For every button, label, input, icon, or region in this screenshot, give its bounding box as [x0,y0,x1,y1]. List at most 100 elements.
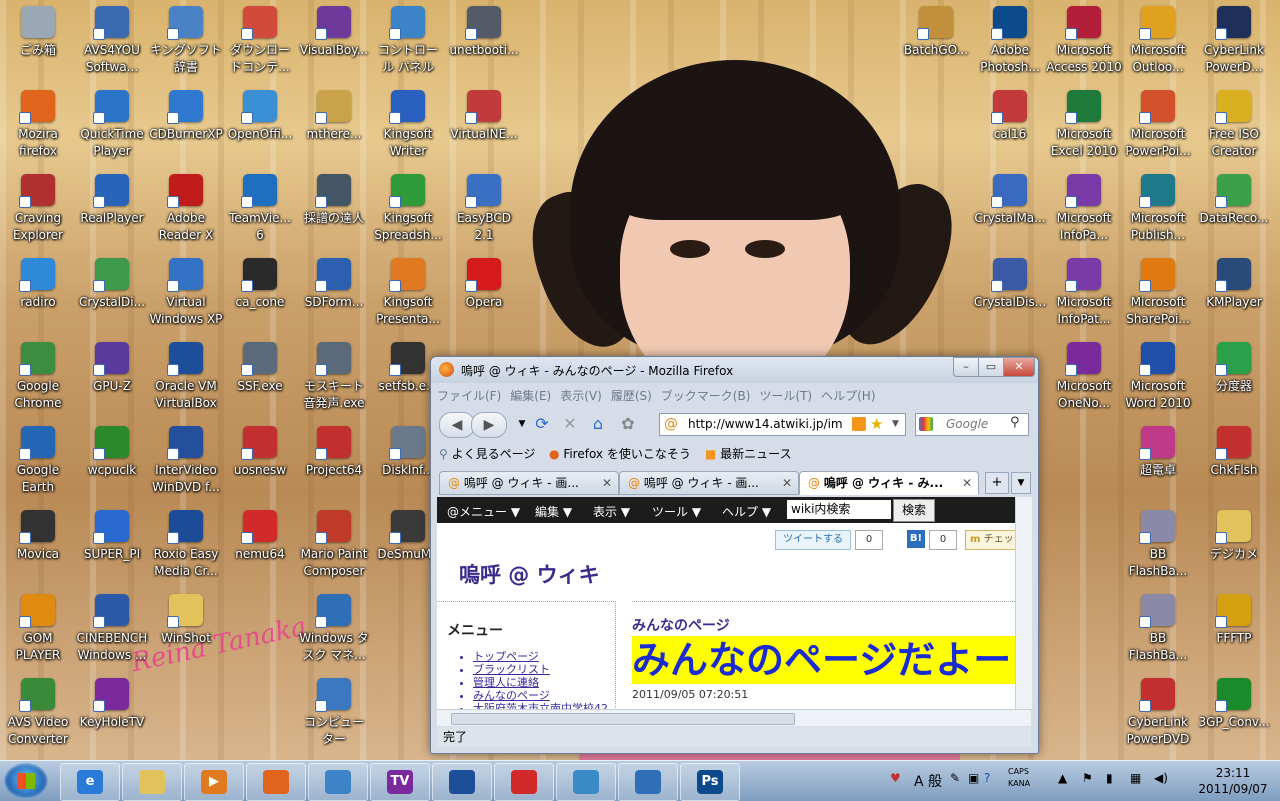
desktop-icon[interactable]: Microsoft InfoPat... [1046,256,1122,340]
menu-item[interactable]: 履歴(S) [611,387,652,404]
desktop-icon[interactable]: BB FlashBa... [1120,508,1196,592]
desktop-icon[interactable]: mthere... [296,88,372,172]
addon-icon[interactable]: ✿ [617,413,639,435]
menu-link[interactable]: 管理人に連絡 [473,676,608,689]
desktop-icon[interactable]: cal16 [972,88,1048,172]
desktop-icon[interactable]: CrystalMa... [972,172,1048,256]
desktop-icon[interactable]: VisualBoy... [296,4,372,88]
tab-2[interactable]: @ 嗚呼 @ ウィキ - 画... ✕ [619,471,799,495]
desktop-icon[interactable]: TeamVie... 6 [222,172,298,256]
taskbar-photos-button[interactable] [556,763,616,801]
desktop-icon[interactable]: ChkFlsh [1196,424,1272,508]
desktop-icon[interactable]: 超電卓 [1120,424,1196,508]
wiki-menu-item[interactable]: ツール ▼ [652,503,701,520]
taskbar-mario-button[interactable] [494,763,554,801]
desktop-icon[interactable]: unetbooti... [446,4,522,88]
desktop-icon[interactable]: Microsoft Excel 2010 [1046,88,1122,172]
taskbar-explorer-button[interactable] [122,763,182,801]
wiki-menu-item[interactable]: 編集 ▼ [535,503,572,520]
desktop-icon[interactable]: キングソフト 辞書 [148,4,224,88]
url-bar[interactable]: @ http://www14.atwiki.jp/im ★ ▼ [659,413,906,436]
tab-close-icon[interactable]: ✕ [962,472,972,494]
desktop-icon[interactable]: SDForm... [296,256,372,340]
desktop-icon[interactable]: OpenOffi... [222,88,298,172]
desktop-icon[interactable]: Google Earth [0,424,76,508]
reload-icon[interactable]: ⟳ [531,413,553,435]
menu-link[interactable]: ブラックリスト [473,663,608,676]
menu-item[interactable]: 表示(V) [560,387,602,404]
scroll-thumb[interactable] [451,713,795,725]
mixi-check-button[interactable]: m チェック [965,530,1015,550]
desktop-icon[interactable]: FFFTP [1196,592,1272,676]
taskbar-keyhole-button[interactable]: TV [370,763,430,801]
desktop-icon[interactable]: InterVideo WinDVD f... [148,424,224,508]
desktop-icon[interactable]: KeyHoleTV [74,676,150,760]
desktop-icon[interactable]: Windows タ スク マネ... [296,592,372,676]
ime-indicator[interactable]: A 般 [914,771,942,791]
stop-icon[interactable]: ✕ [559,413,581,435]
desktop-icon[interactable]: CyberLink PowerDVD [1120,676,1196,760]
google-icon[interactable] [919,417,933,431]
desktop-icon[interactable]: RealPlayer [74,172,150,256]
help-icon[interactable]: ? [984,771,990,785]
forward-button[interactable]: ▶ [471,412,507,438]
desktop-icon[interactable]: Microsoft PowerPoi... [1120,88,1196,172]
desktop-icon[interactable]: BatchGO... [898,4,974,88]
desktop-icon[interactable]: BB FlashBa... [1120,592,1196,676]
menu-item[interactable]: ブックマーク(B) [661,387,751,404]
desktop-icon[interactable]: Virtual Windows XP [148,256,224,340]
minimize-button[interactable]: – [953,357,979,377]
firefox-window[interactable]: 嗚呼 @ ウィキ - みんなのページ - Mozilla Firefox – ▭… [430,356,1039,754]
desktop-icon[interactable]: Kingsoft Spreadsh... [370,172,446,256]
desktop-icon[interactable]: Kingsoft Writer [370,88,446,172]
menu-item[interactable]: ツール(T) [759,387,812,404]
new-tab-button[interactable]: + [985,472,1009,494]
desktop-icon[interactable]: CyberLink PowerD... [1196,4,1272,88]
desktop-icon[interactable]: EasyBCD 2.1 [446,172,522,256]
desktop-icon[interactable]: デジカメ [1196,508,1272,592]
desktop-icon[interactable]: ca_cone [222,256,298,340]
taskbar-ie-button[interactable]: e [60,763,120,801]
search-placeholder[interactable]: Google [946,417,988,431]
tab-list-button[interactable]: ▼ [1011,472,1031,494]
desktop-icon[interactable]: nemu64 [222,508,298,592]
volume-icon[interactable]: ◀) [1154,771,1168,785]
desktop-icon[interactable]: wcpuclk [74,424,150,508]
ime-tools-icon[interactable]: ✎ [950,771,960,785]
desktop-icon[interactable]: Movica [0,508,76,592]
menu-item[interactable]: 編集(E) [510,387,551,404]
tray-app-icon[interactable]: ♥ [890,771,901,785]
horizontal-scrollbar[interactable] [437,709,1031,726]
desktop-icon[interactable]: radiro [0,256,76,340]
desktop-icon[interactable]: GOM PLAYER [0,592,76,676]
desktop-icon[interactable]: SUPER_PI [74,508,150,592]
taskbar-taskmgr-button[interactable] [618,763,678,801]
wiki-menu-item[interactable]: ヘルプ ▼ [722,503,771,520]
desktop-icon[interactable]: DataReco... [1196,172,1272,256]
desktop-icon[interactable]: Kingsoft Presenta... [370,256,446,340]
desktop-icon[interactable]: Opera [446,256,522,340]
maximize-button[interactable]: ▭ [978,357,1004,377]
tab-3-active[interactable]: @ 嗚呼 @ ウィキ - み... ✕ [799,471,979,495]
desktop-icon[interactable]: ダウンロー ドコンテ... [222,4,298,88]
desktop-icon[interactable]: AVS Video Converter [0,676,76,760]
history-dropdown-icon[interactable]: ▼ [511,413,533,435]
desktop-icon[interactable]: Adobe Photosh... [972,4,1048,88]
desktop-icon[interactable]: CrystalDis... [972,256,1048,340]
desktop-icon[interactable]: Microsoft Outloo... [1120,4,1196,88]
desktop-icon[interactable]: コントロー ル パネル [370,4,446,88]
tab-1[interactable]: @ 嗚呼 @ ウィキ - 画... ✕ [439,471,619,495]
close-button[interactable]: ✕ [1003,357,1035,377]
wiki-menu-item[interactable]: @メニュー ▼ [447,503,520,520]
url-dropdown-icon[interactable]: ▼ [892,414,899,435]
desktop-icon[interactable]: VirtualNE... [446,88,522,172]
taskbar-virtualbox-button[interactable] [432,763,492,801]
search-box[interactable]: Google ⚲ [915,413,1029,436]
wiki-menu-item[interactable]: 表示 ▼ [593,503,630,520]
clock[interactable]: 23:11 2011/09/07 [1190,765,1276,797]
vertical-scrollbar[interactable] [1015,497,1032,709]
desktop-icon[interactable]: Project64 [296,424,372,508]
desktop-icon[interactable]: Microsoft Word 2010 [1120,340,1196,424]
wiki-search-input[interactable]: wiki内検索 [787,500,891,519]
tab-close-icon[interactable]: ✕ [782,472,792,494]
